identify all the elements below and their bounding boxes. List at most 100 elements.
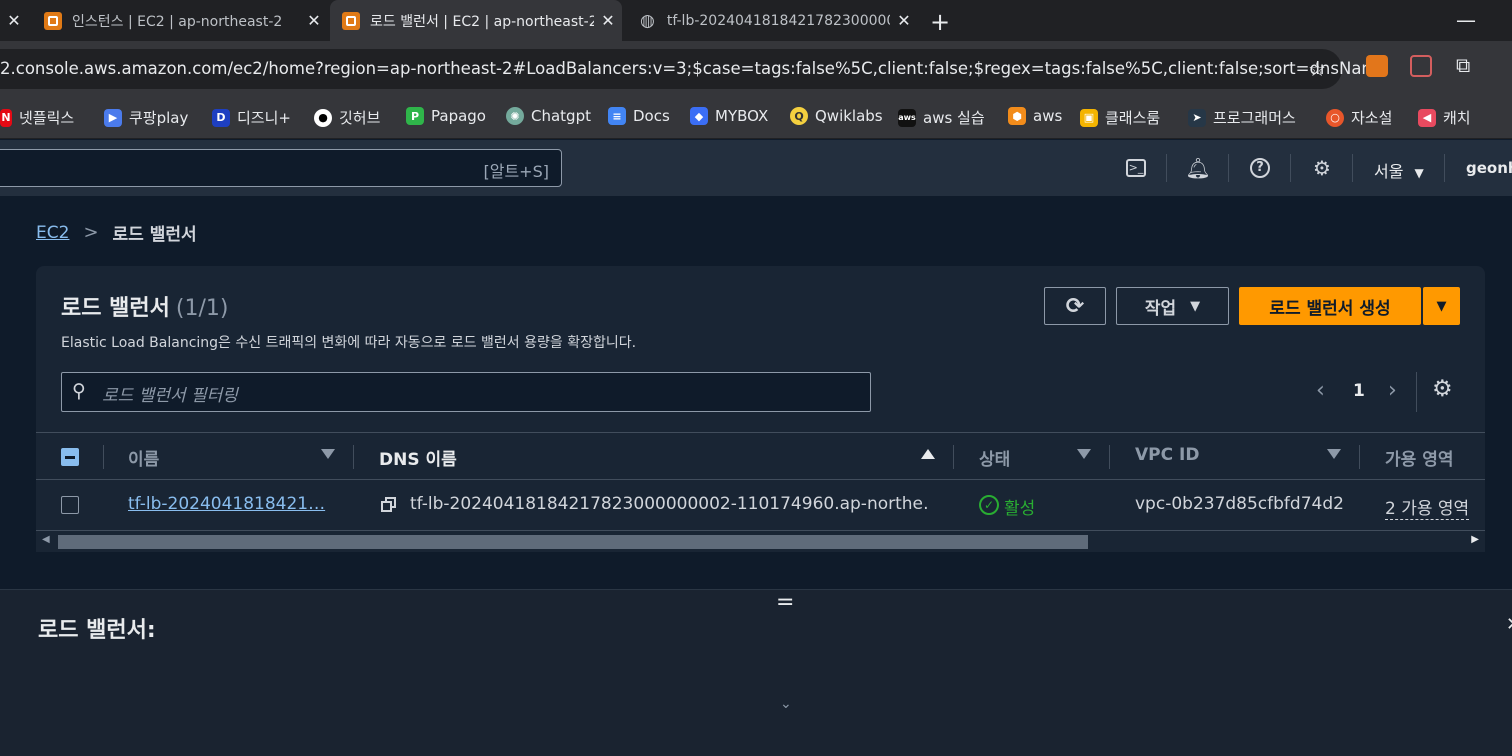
settings-gear-icon[interactable]: ⚙ [1310, 156, 1334, 180]
bookmark-catch[interactable]: ◀ 캐치 [1418, 107, 1471, 128]
cloudshell-icon[interactable]: >_ [1124, 156, 1148, 180]
copy-icon[interactable] [381, 497, 396, 512]
horizontal-scrollbar[interactable]: ◀ ▶ [36, 530, 1485, 552]
next-page-button[interactable]: › [1388, 378, 1397, 403]
breadcrumb-ec2-link[interactable]: EC2 [36, 223, 69, 243]
tab-load-balancers[interactable]: 로드 밸런서 | EC2 | ap-northeast-2 ✕ [330, 0, 622, 41]
address-bar[interactable]: 2.console.aws.amazon.com/ec2/home?region… [0, 49, 1388, 89]
sort-icon[interactable] [1077, 449, 1091, 459]
scrollbar-thumb[interactable] [58, 535, 1088, 549]
search-shortcut-hint: [알트+S] [483, 162, 550, 181]
bookmark-qwiklabs[interactable]: Q Qwiklabs [790, 107, 883, 125]
browser-toolbar: 2.console.aws.amazon.com/ec2/home?region… [0, 41, 1512, 97]
sort-icon[interactable] [321, 449, 335, 459]
papago-icon: P [406, 107, 424, 125]
help-icon[interactable]: ? [1248, 156, 1272, 180]
chevron-down-icon: ▼ [1414, 166, 1424, 180]
filter-placeholder: 로드 밸런서 필터링 [102, 386, 238, 406]
close-icon[interactable]: ✕ [0, 11, 28, 30]
table-row[interactable]: tf-lb-2024041818421… tf-lb-2024041818421… [36, 480, 1485, 530]
resize-handle-icon[interactable]: ⌄ [780, 696, 792, 712]
metamask-extension-icon[interactable] [1366, 55, 1388, 77]
github-icon: ● [314, 108, 332, 127]
bookmark-classroom[interactable]: ▣ 클래스룸 [1080, 107, 1160, 128]
caret-down-icon: ▼ [1436, 298, 1447, 314]
tab-title: 로드 밸런서 | EC2 | ap-northeast-2 [370, 13, 594, 30]
extensions-puzzle-icon[interactable]: ⧉ [1456, 53, 1470, 77]
availability-zones[interactable]: 2 가용 영역 [1385, 494, 1470, 520]
breadcrumb: EC2 > 로드 밸런서 [36, 220, 197, 245]
bookmark-jasoseol[interactable]: ○ 자소설 [1326, 107, 1392, 128]
coupangplay-icon: ▶ [104, 108, 122, 127]
close-icon[interactable]: ✕ [300, 11, 328, 30]
page-number[interactable]: 1 [1353, 381, 1365, 401]
close-icon[interactable]: ✕ [890, 11, 918, 30]
prev-page-button[interactable]: ‹ [1316, 378, 1325, 403]
sort-ascending-icon[interactable] [921, 449, 935, 459]
browser-tab-strip: ✕ 인스턴스 | EC2 | ap-northeast-2 ✕ 로드 밸런서 |… [0, 0, 1512, 41]
bookmark-star-icon[interactable]: ☆ [1308, 57, 1326, 81]
bookmark-github[interactable]: ● 깃허브 [314, 107, 380, 128]
jasoseol-icon: ○ [1326, 108, 1344, 127]
row-checkbox[interactable] [61, 496, 79, 514]
column-header-dns[interactable]: DNS 이름 [379, 445, 457, 470]
url-text[interactable]: 2.console.aws.amazon.com/ec2/home?region… [0, 59, 1388, 78]
table-settings-gear-icon[interactable]: ⚙ [1432, 376, 1453, 402]
column-header-az[interactable]: 가용 영역 [1385, 445, 1453, 470]
lb-dns-name: tf-lb-20240418184217823000000002-1101749… [410, 494, 930, 514]
lb-name-link[interactable]: tf-lb-2024041818421… [128, 494, 328, 514]
extension-icon[interactable] [1410, 55, 1432, 77]
catch-icon: ◀ [1418, 108, 1436, 127]
refresh-icon: ⟳ [1065, 293, 1085, 319]
bookmark-papago[interactable]: P Papago [406, 107, 486, 125]
column-header-name[interactable]: 이름 [128, 445, 159, 470]
tab-instances[interactable]: 인스턴스 | EC2 | ap-northeast-2 ✕ [32, 0, 328, 41]
column-header-state[interactable]: 상태 [979, 445, 1010, 470]
bookmark-programmers[interactable]: ➤ 프로그래머스 [1188, 107, 1296, 128]
bookmark-aws-lab[interactable]: aws aws 실습 [898, 107, 985, 128]
bookmark-netflix[interactable]: N 넷플릭스 [0, 107, 74, 128]
bookmarks-bar: N 넷플릭스 ▶ 쿠팡play D 디즈니+ ● 깃허브 P Papago ✺ Chatgp… [0, 97, 1512, 139]
tab-title: 인스턴스 | EC2 | ap-northeast-2 [72, 13, 283, 30]
region-selector[interactable]: 서울 ▼ [1374, 158, 1424, 182]
split-panel-drag-handle[interactable]: = [776, 590, 794, 615]
main-content: EC2 > 로드 밸런서 로드 밸런서 (1/1) Elastic Load Ba… [0, 196, 1512, 589]
details-title: 로드 밸런서: [38, 618, 156, 643]
tab-lb-dns[interactable]: ◍ tf-lb-20240418184217823000000002 ✕ [628, 0, 918, 41]
bookmark-disney[interactable]: D 디즈니+ [212, 107, 291, 128]
close-icon[interactable]: ✕ [594, 11, 622, 30]
bookmark-aws[interactable]: ⬢ aws [1008, 107, 1062, 125]
bookmark-docs[interactable]: ≡ Docs [608, 107, 670, 125]
item-count: (1/1) [175, 296, 229, 321]
globe-icon: ◍ [640, 10, 655, 31]
bookmark-chatgpt[interactable]: ✺ Chatgpt [506, 107, 591, 125]
close-panel-icon[interactable]: ✕ [1506, 614, 1512, 635]
filter-input[interactable]: ⚲ 로드 밸런서 필터링 [61, 372, 871, 412]
minimize-window-button[interactable]: — [1456, 8, 1476, 32]
create-load-balancer-button[interactable]: 로드 밸런서 생성 [1239, 287, 1421, 325]
bookmark-coupangplay[interactable]: ▶ 쿠팡play [104, 107, 188, 128]
actions-dropdown[interactable]: 작업 ▼ [1116, 287, 1229, 325]
breadcrumb-current: 로드 밸런서 [112, 225, 197, 245]
status-active-icon: ✓ [979, 495, 999, 515]
qwiklabs-icon: Q [790, 107, 808, 125]
select-all-checkbox[interactable] [61, 448, 79, 466]
tab-close-prev[interactable]: ✕ [0, 0, 30, 41]
chevron-right-icon: > [83, 222, 99, 243]
console-search-input[interactable]: [알트+S] [0, 149, 562, 187]
account-menu[interactable]: geonhe [1466, 159, 1512, 177]
notifications-bell-icon[interactable]: 🔔︎ [1185, 156, 1210, 180]
refresh-button[interactable]: ⟳ [1044, 287, 1106, 325]
sort-icon[interactable] [1327, 449, 1341, 459]
column-header-vpc[interactable]: VPC ID [1135, 445, 1199, 465]
create-dropdown-button[interactable]: ▼ [1423, 287, 1460, 325]
new-tab-button[interactable]: + [930, 8, 950, 36]
programmers-icon: ➤ [1188, 108, 1206, 127]
bookmark-mybox[interactable]: ◆ MYBOX [690, 107, 768, 125]
caret-down-icon: ▼ [1190, 298, 1201, 314]
page-title: 로드 밸런서 (1/1) [61, 296, 229, 321]
panel-description: Elastic Load Balancing은 수신 트래픽의 변화에 따라 자… [61, 335, 637, 351]
status-badge: 활성 [1004, 499, 1036, 519]
scroll-left-icon[interactable]: ◀ [42, 534, 50, 545]
scroll-right-icon[interactable]: ▶ [1471, 534, 1479, 545]
